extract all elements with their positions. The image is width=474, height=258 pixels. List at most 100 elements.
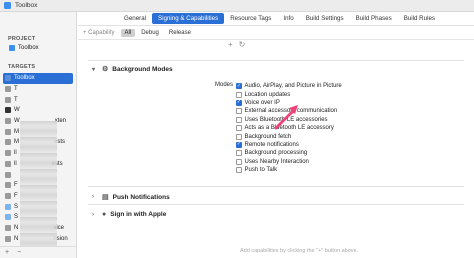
target-label: T bbox=[14, 86, 18, 93]
mode-checkbox[interactable] bbox=[236, 125, 242, 132]
project-item[interactable]: Toolbox bbox=[0, 42, 76, 52]
mode-option: ✓ Audio, AirPlay, and Picture in Picture bbox=[236, 82, 342, 90]
mode-option: ✓ Remote notifications bbox=[236, 141, 342, 149]
sign-in-with-apple-header[interactable]: › ● Sign in with Apple bbox=[88, 205, 464, 218]
mode-checkbox[interactable] bbox=[236, 108, 242, 115]
tab-build-rules[interactable]: Build Rules bbox=[398, 13, 441, 24]
tab-info[interactable]: Info bbox=[277, 13, 299, 24]
mode-label: Background fetch bbox=[244, 133, 292, 140]
chevron-down-icon[interactable]: ▾ bbox=[92, 66, 98, 73]
mode-checkbox[interactable] bbox=[236, 133, 242, 140]
target-app-icon bbox=[5, 224, 11, 231]
add-target-button[interactable]: + bbox=[5, 249, 9, 256]
target-app-icon bbox=[5, 96, 11, 103]
editor-tab-bar: General Signing & Capabilities Resource Ta… bbox=[78, 12, 474, 26]
sign-in-with-apple-section: › ● Sign in with Apple bbox=[88, 204, 464, 226]
target-app-icon bbox=[5, 86, 11, 93]
project-icon bbox=[9, 45, 15, 51]
mode-label: Background processing bbox=[244, 150, 308, 157]
push-notifications-header[interactable]: › ▤ Push Notifications bbox=[88, 187, 464, 202]
target-label: F bbox=[14, 182, 18, 189]
project-name: Toolbox bbox=[18, 45, 39, 51]
sidebar-target-item[interactable]: T bbox=[0, 84, 76, 95]
filter-debug[interactable]: Debug bbox=[137, 29, 163, 37]
mode-option: Background processing bbox=[236, 149, 342, 157]
mode-option: Push to Talk bbox=[236, 166, 342, 174]
target-label: N bbox=[14, 224, 19, 231]
target-label: N bbox=[14, 235, 19, 242]
target-app-icon bbox=[5, 171, 11, 178]
mode-label: Push to Talk bbox=[244, 167, 278, 174]
redacted-overlay bbox=[20, 121, 57, 256]
filter-release[interactable]: Release bbox=[165, 29, 195, 37]
tab-build-settings[interactable]: Build Settings bbox=[300, 13, 350, 24]
target-app-icon bbox=[5, 160, 11, 167]
bell-icon: ▤ bbox=[102, 194, 109, 201]
apple-icon: ● bbox=[102, 211, 107, 218]
target-app-icon bbox=[5, 118, 11, 125]
gear-icon: ⚙ bbox=[102, 66, 109, 73]
sign-in-with-apple-title: Sign in with Apple bbox=[110, 211, 167, 218]
target-label: F bbox=[14, 192, 18, 199]
window-title: Toolbox bbox=[15, 2, 38, 9]
target-app-icon bbox=[5, 203, 11, 210]
target-app-icon bbox=[5, 139, 11, 146]
mode-checkbox[interactable] bbox=[236, 116, 242, 123]
tab-signing-capabilities[interactable]: Signing & Capabilities bbox=[152, 13, 225, 24]
mode-label: Uses Nearby Interaction bbox=[244, 158, 309, 165]
mode-checkbox[interactable] bbox=[236, 167, 242, 174]
mode-checkbox[interactable]: ✓ bbox=[236, 141, 242, 148]
target-label: W bbox=[14, 118, 20, 125]
mode-option: Uses Nearby Interaction bbox=[236, 158, 342, 166]
mode-checkbox[interactable] bbox=[236, 158, 242, 165]
editor-area: General Signing & Capabilities Resource Ta… bbox=[78, 12, 474, 258]
sidebar-footer: + − bbox=[0, 246, 76, 258]
chevron-right-icon[interactable]: › bbox=[92, 194, 98, 200]
mode-option: Location updates bbox=[236, 90, 342, 98]
add-capabilities-hint: Add capabilities by clicking the "+" but… bbox=[240, 248, 359, 254]
chevron-right-icon[interactable]: › bbox=[92, 212, 98, 218]
title-bar: Toolbox bbox=[0, 0, 474, 12]
target-label: T bbox=[14, 96, 18, 103]
mode-checkbox[interactable]: ✓ bbox=[236, 99, 242, 106]
add-icon[interactable]: + bbox=[228, 40, 233, 49]
target-app-icon bbox=[5, 128, 11, 135]
sidebar-target-item[interactable]: Toolbox bbox=[3, 73, 73, 84]
target-label: S bbox=[14, 214, 19, 221]
mode-label: Location updates bbox=[244, 91, 291, 98]
target-app-icon bbox=[5, 235, 11, 242]
target-label: W bbox=[14, 107, 20, 114]
config-filter: All Debug Release bbox=[120, 28, 195, 37]
sidebar-target-item[interactable]: T bbox=[0, 94, 76, 105]
capability-actions: + ↻ bbox=[228, 40, 245, 49]
filter-all[interactable]: All bbox=[120, 28, 136, 37]
targets-header: TARGETS bbox=[8, 64, 36, 70]
sidebar-target-item[interactable]: W bbox=[0, 105, 76, 116]
tab-resource-tags[interactable]: Resource Tags bbox=[224, 13, 277, 24]
target-app-icon bbox=[5, 214, 11, 221]
target-label: M bbox=[14, 139, 19, 146]
target-label: Toolbox bbox=[14, 75, 35, 82]
refresh-icon[interactable]: ↻ bbox=[239, 40, 246, 49]
mode-label: Remote notifications bbox=[244, 141, 299, 148]
target-label: ll bbox=[14, 150, 17, 157]
tab-general[interactable]: General bbox=[118, 13, 152, 24]
remove-target-button[interactable]: − bbox=[17, 249, 21, 256]
project-navigator: PROJECT Toolbox TARGETS Toolbox T T W Wxten M… bbox=[0, 12, 77, 258]
target-app-icon bbox=[5, 192, 11, 199]
app-icon bbox=[4, 2, 11, 9]
project-header: PROJECT bbox=[8, 36, 36, 42]
background-modes-section: ▾ ⚙ Background Modes bbox=[88, 60, 464, 74]
background-modes-title: Background Modes bbox=[112, 65, 173, 73]
background-modes-header[interactable]: ▾ ⚙ Background Modes bbox=[88, 61, 464, 74]
target-app-icon bbox=[5, 75, 11, 82]
mode-checkbox[interactable] bbox=[236, 150, 242, 157]
mode-checkbox[interactable] bbox=[236, 91, 242, 98]
annotation-arrow bbox=[274, 105, 298, 130]
target-app-icon bbox=[5, 150, 11, 157]
mode-label: Audio, AirPlay, and Picture in Picture bbox=[244, 83, 342, 90]
mode-checkbox[interactable]: ✓ bbox=[236, 83, 242, 90]
tab-build-phases[interactable]: Build Phases bbox=[350, 13, 398, 24]
target-label: S bbox=[14, 203, 19, 210]
add-capability-button[interactable]: + Capability bbox=[83, 30, 115, 36]
